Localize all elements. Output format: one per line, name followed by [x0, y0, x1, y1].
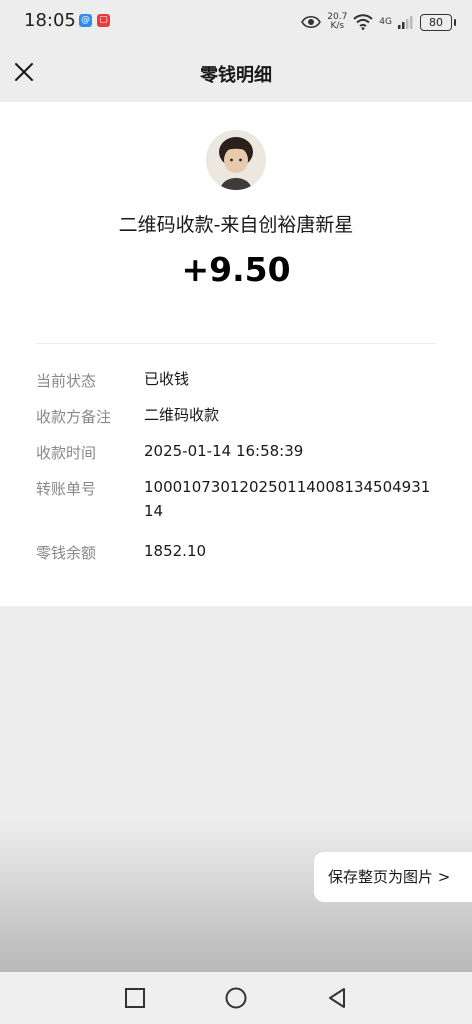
detail-label: 收款时间 [36, 444, 97, 462]
triangle-back-icon[interactable] [325, 986, 349, 1010]
transaction-title: 二维码收款-来自创裕唐新星 [118, 214, 354, 236]
detail-label: 转账单号 [36, 480, 97, 498]
speed-unit: K/s [330, 21, 345, 31]
app-notification-icon: @ [79, 14, 92, 27]
network-speed: 20.7 K/s [327, 13, 347, 31]
detail-value: 1852.10 [144, 542, 207, 560]
detail-value: 已收钱 [144, 370, 190, 388]
wifi-icon [353, 14, 374, 30]
header: 零钱明细 [0, 44, 472, 102]
eye-icon [301, 15, 322, 29]
status-time: 18:05 [24, 10, 76, 31]
avatar [206, 130, 266, 190]
battery-indicator: 80 [420, 13, 456, 31]
circle-icon[interactable] [224, 986, 248, 1010]
divider [36, 343, 436, 344]
signal-icon [398, 16, 413, 29]
page-title: 零钱明细 [200, 65, 272, 86]
detail-value: 2025-01-14 16:58:39 [144, 442, 304, 460]
detail-value: 二维码收款 [144, 406, 220, 424]
system-nav-bar [0, 972, 472, 1024]
square-icon[interactable] [123, 986, 147, 1010]
network-type: 4G [379, 17, 392, 27]
transaction-amount: +9.50 [181, 250, 291, 289]
detail-label: 零钱余额 [36, 544, 97, 562]
status-bar: 18:05 @ ▢ 20.7 K/s 4G 80 [0, 0, 472, 44]
transfer-id-value[interactable]: 100010730120250114008134504931 14 [144, 475, 440, 523]
detail-label: 收款方备注 [36, 408, 112, 426]
save-page-as-image-button[interactable]: 保存整页为图片 > [314, 852, 472, 902]
app-notification-icon: ▢ [97, 14, 110, 27]
status-indicators: 20.7 K/s 4G 80 [301, 9, 456, 35]
transaction-card: 二维码收款-来自创裕唐新星 +9.50 当前状态 已收钱 收款方备注 二维码收款… [0, 102, 472, 606]
detail-label: 当前状态 [36, 372, 97, 390]
